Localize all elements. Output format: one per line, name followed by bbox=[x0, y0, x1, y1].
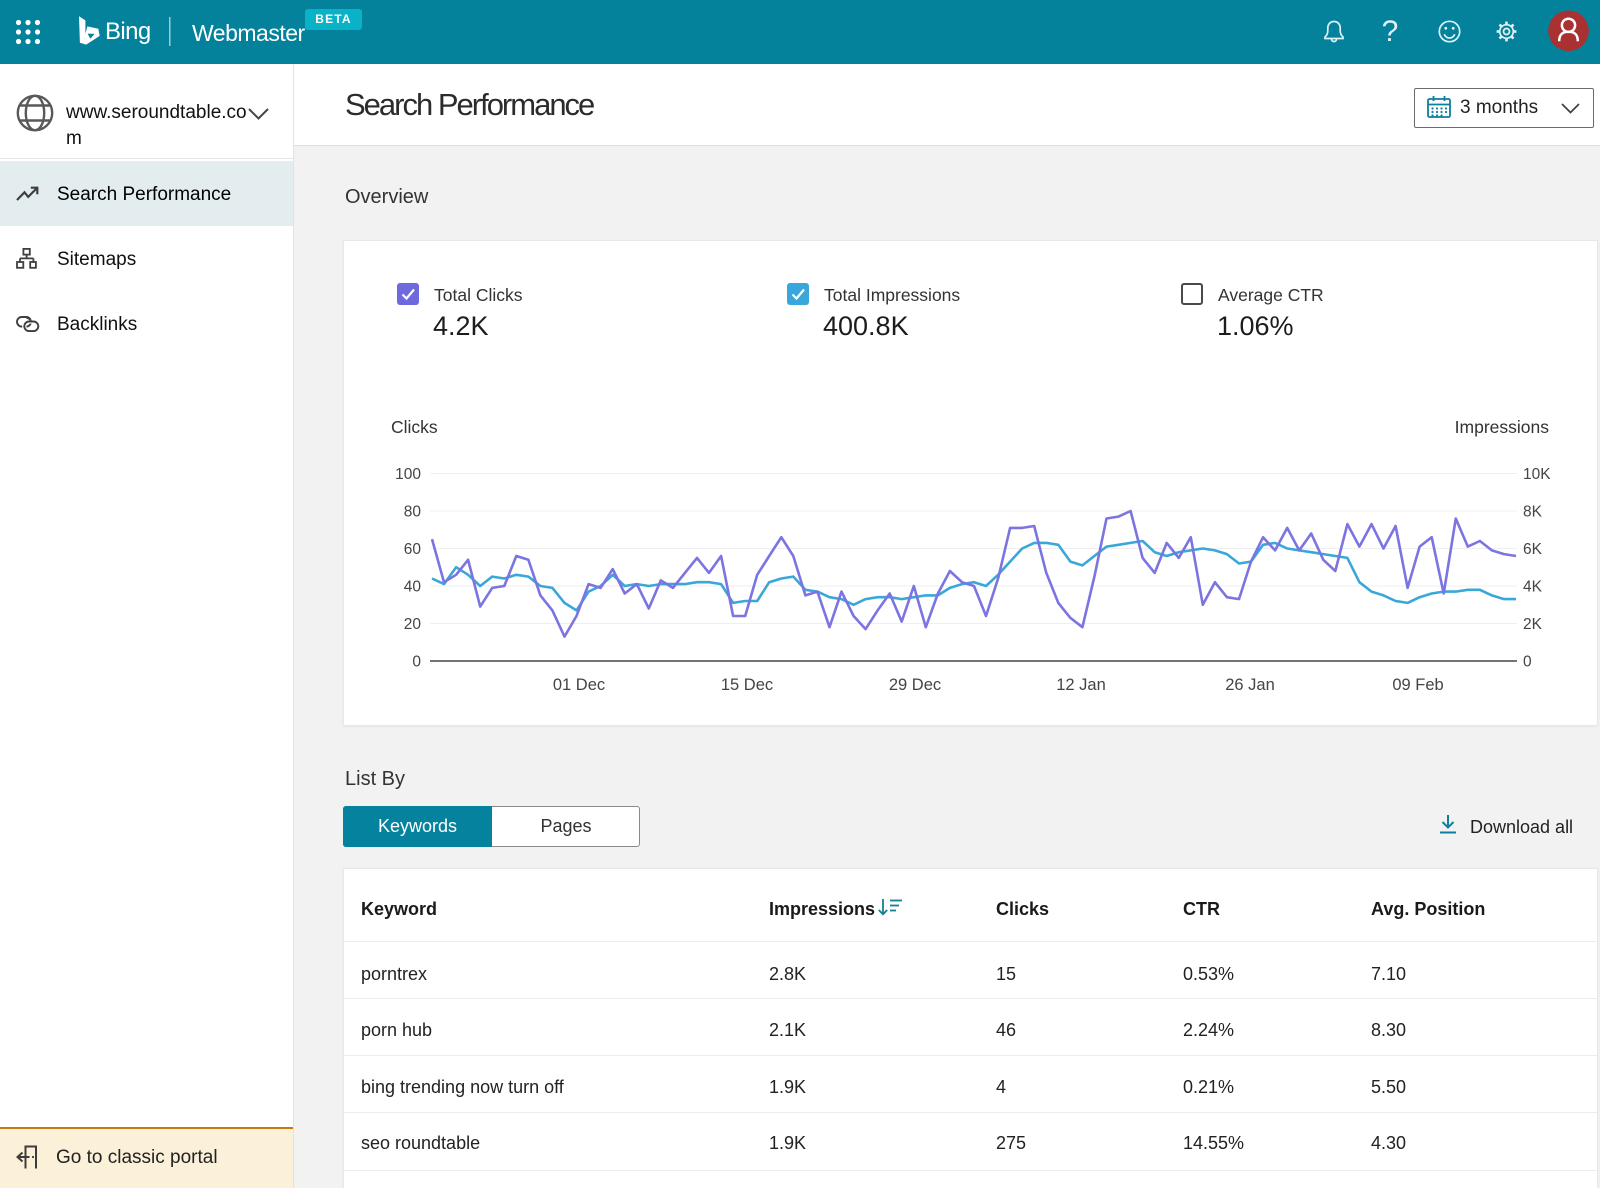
svg-text:29 Dec: 29 Dec bbox=[889, 676, 941, 694]
svg-text:01 Dec: 01 Dec bbox=[553, 676, 605, 694]
svg-text:60: 60 bbox=[404, 541, 422, 558]
svg-text:4K: 4K bbox=[1523, 579, 1543, 596]
svg-text:26 Jan: 26 Jan bbox=[1225, 676, 1275, 694]
svg-text:?: ? bbox=[1382, 15, 1399, 48]
svg-text:15 Dec: 15 Dec bbox=[721, 676, 773, 694]
svg-text:0: 0 bbox=[412, 654, 421, 671]
svg-text:12 Jan: 12 Jan bbox=[1056, 676, 1106, 694]
svg-text:20: 20 bbox=[404, 616, 422, 633]
svg-text:6K: 6K bbox=[1523, 541, 1543, 558]
svg-text:2K: 2K bbox=[1523, 616, 1543, 633]
svg-text:10K: 10K bbox=[1523, 466, 1551, 483]
svg-text:8K: 8K bbox=[1523, 504, 1543, 521]
svg-text:09 Feb: 09 Feb bbox=[1392, 676, 1443, 694]
svg-text:0: 0 bbox=[1523, 654, 1532, 671]
svg-text:80: 80 bbox=[404, 504, 422, 521]
svg-text:100: 100 bbox=[395, 466, 421, 483]
svg-text:40: 40 bbox=[404, 579, 422, 596]
